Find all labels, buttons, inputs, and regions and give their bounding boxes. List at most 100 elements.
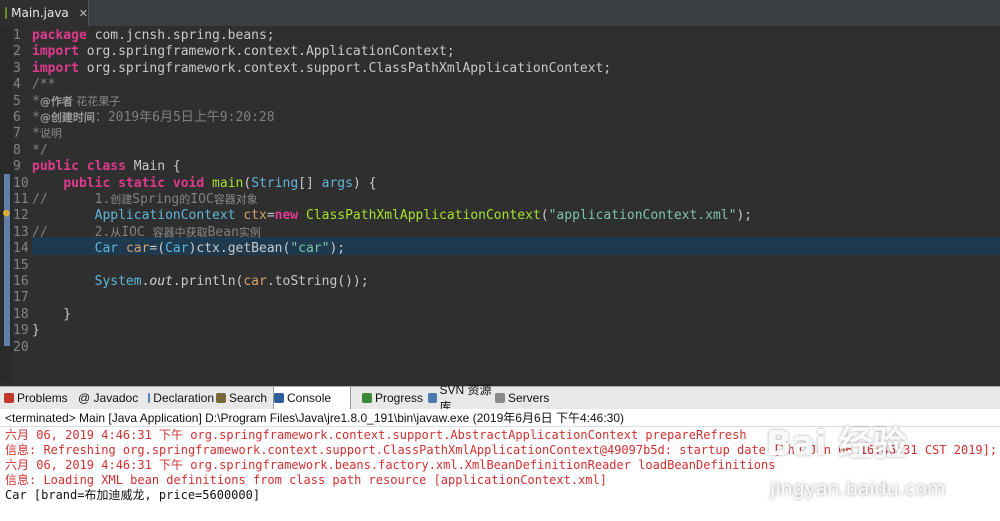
- line-number: 10: [13, 176, 29, 191]
- view-tab-label: Declaration: [153, 391, 214, 405]
- code-token: ApplicationContext: [94, 208, 236, 223]
- code-token: Bean: [207, 225, 239, 240]
- line-number: 18: [13, 307, 29, 322]
- line-number: 3: [13, 61, 21, 76]
- code-token: main: [212, 176, 244, 191]
- code-token: 创建: [110, 193, 133, 206]
- code-line: // 2.从IOC 容器中获取Bean实例: [32, 225, 261, 241]
- code-token: org.springframework.context.ApplicationC…: [78, 44, 455, 59]
- warning-icon[interactable]: ●: [3, 206, 10, 219]
- code-token: .println(: [172, 274, 244, 289]
- code-token: }: [32, 307, 72, 322]
- code-token: );: [736, 208, 753, 223]
- code-token: car: [125, 241, 150, 256]
- view-tab-svn[interactable]: SVN 资源库: [428, 383, 494, 414]
- code-token: ClassPathXmlApplicationContext: [305, 208, 541, 223]
- view-tab-label: Progress: [375, 391, 424, 405]
- code-token: public: [63, 176, 111, 191]
- code-token: args: [321, 176, 353, 191]
- view-tab-search[interactable]: Search: [216, 387, 271, 409]
- line-number: 2: [13, 44, 21, 59]
- code-token: */: [32, 143, 48, 158]
- code-token: // 2.: [32, 225, 111, 240]
- line-number: 17: [13, 290, 29, 305]
- code-token: IOC: [190, 192, 214, 207]
- code-line: /**: [32, 77, 55, 93]
- code-token: 花花果子: [72, 95, 121, 108]
- line-number: 11: [13, 192, 29, 207]
- view-tab-problems[interactable]: Problems: [4, 387, 76, 409]
- code-token: public: [32, 159, 79, 174]
- code-line: }: [32, 323, 40, 339]
- problems-icon: [4, 393, 14, 403]
- code-token: =(: [149, 241, 166, 256]
- line-number: 5: [13, 94, 21, 109]
- code-line: // 1.创建Spring的IOC容器对象: [32, 192, 258, 208]
- view-tab-javadoc[interactable]: @ Javadoc: [78, 387, 146, 409]
- code-token: out: [149, 274, 173, 289]
- code-token: System: [94, 274, 142, 289]
- view-tab-label: Problems: [17, 391, 68, 405]
- editor-tab-main-java[interactable]: Main.java ✕: [0, 0, 89, 26]
- code-token: ：2019年6月5日上午9:20:28: [94, 110, 275, 125]
- code-line: import org.springframework.context.Appli…: [32, 44, 455, 60]
- code-token: Spring: [132, 192, 180, 207]
- console-line: 信息: Loading XML bean definitions from cl…: [5, 473, 607, 487]
- line-number: 9: [13, 159, 21, 174]
- code-line: public static void main(String[] args) {: [32, 176, 376, 192]
- code-token: 容器对象: [213, 193, 258, 206]
- code-token: ctx: [243, 208, 267, 223]
- code-line: Car car=(Car)ctx.getBean("car");: [32, 241, 345, 257]
- code-token: @作者: [39, 95, 73, 108]
- code-token: "car": [290, 241, 330, 256]
- editor-tab-bar: Main.java ✕: [0, 0, 1000, 27]
- code-token: *: [32, 110, 40, 125]
- code-line: }: [32, 307, 71, 323]
- line-number: 15: [13, 258, 29, 273]
- code-token: Main {: [125, 159, 181, 174]
- code-token: 说明: [39, 127, 62, 140]
- view-tab-console[interactable]: Console: [273, 387, 351, 409]
- code-token: void: [172, 176, 205, 191]
- code-token: .toString());: [266, 274, 369, 289]
- svn-icon: [428, 393, 437, 403]
- code-line: ApplicationContext ctx=new ClassPathXmlA…: [32, 208, 752, 224]
- watermark-logo: Bai 经验: [766, 424, 907, 464]
- code-token: ) {: [352, 176, 377, 191]
- view-tab-progress[interactable]: Progress: [362, 387, 426, 409]
- code-line: *@创建时间：2019年6月5日上午9:20:28: [32, 110, 275, 126]
- code-line: */: [32, 143, 48, 159]
- code-editor[interactable]: 1 2 3 4 5 6 7 8 9 10 11 12 13 14 15 16 17 18 19 20 package …: [0, 26, 1000, 407]
- code-line: System.out.println(car.toString());: [32, 274, 369, 290]
- java-file-icon: [5, 7, 8, 19]
- view-tab-label: Search: [229, 391, 268, 405]
- code-token: *: [32, 126, 40, 141]
- close-icon[interactable]: ✕: [79, 7, 88, 20]
- line-number: 1: [13, 28, 21, 43]
- console-icon: [274, 393, 284, 403]
- line-number: 8: [13, 143, 21, 158]
- line-number: 13: [13, 225, 29, 240]
- code-token: import: [32, 61, 79, 76]
- servers-icon: [495, 393, 505, 403]
- declaration-icon: [148, 393, 151, 403]
- code-token: org.springframework.context.support.Clas…: [78, 61, 612, 76]
- line-number: 20: [13, 340, 29, 355]
- view-tab-servers[interactable]: Servers: [495, 387, 555, 409]
- line-number: 14: [13, 241, 29, 256]
- view-tab-declaration[interactable]: Declaration: [148, 387, 214, 409]
- search-icon: [216, 393, 226, 403]
- code-token: // 1.: [32, 192, 111, 207]
- code-token: )ctx.getBean(: [188, 241, 291, 256]
- console-line: 六月 06, 2019 4:46:31 下午 org.springframewo…: [5, 458, 776, 472]
- code-line: *@作者 花花果子: [32, 94, 120, 110]
